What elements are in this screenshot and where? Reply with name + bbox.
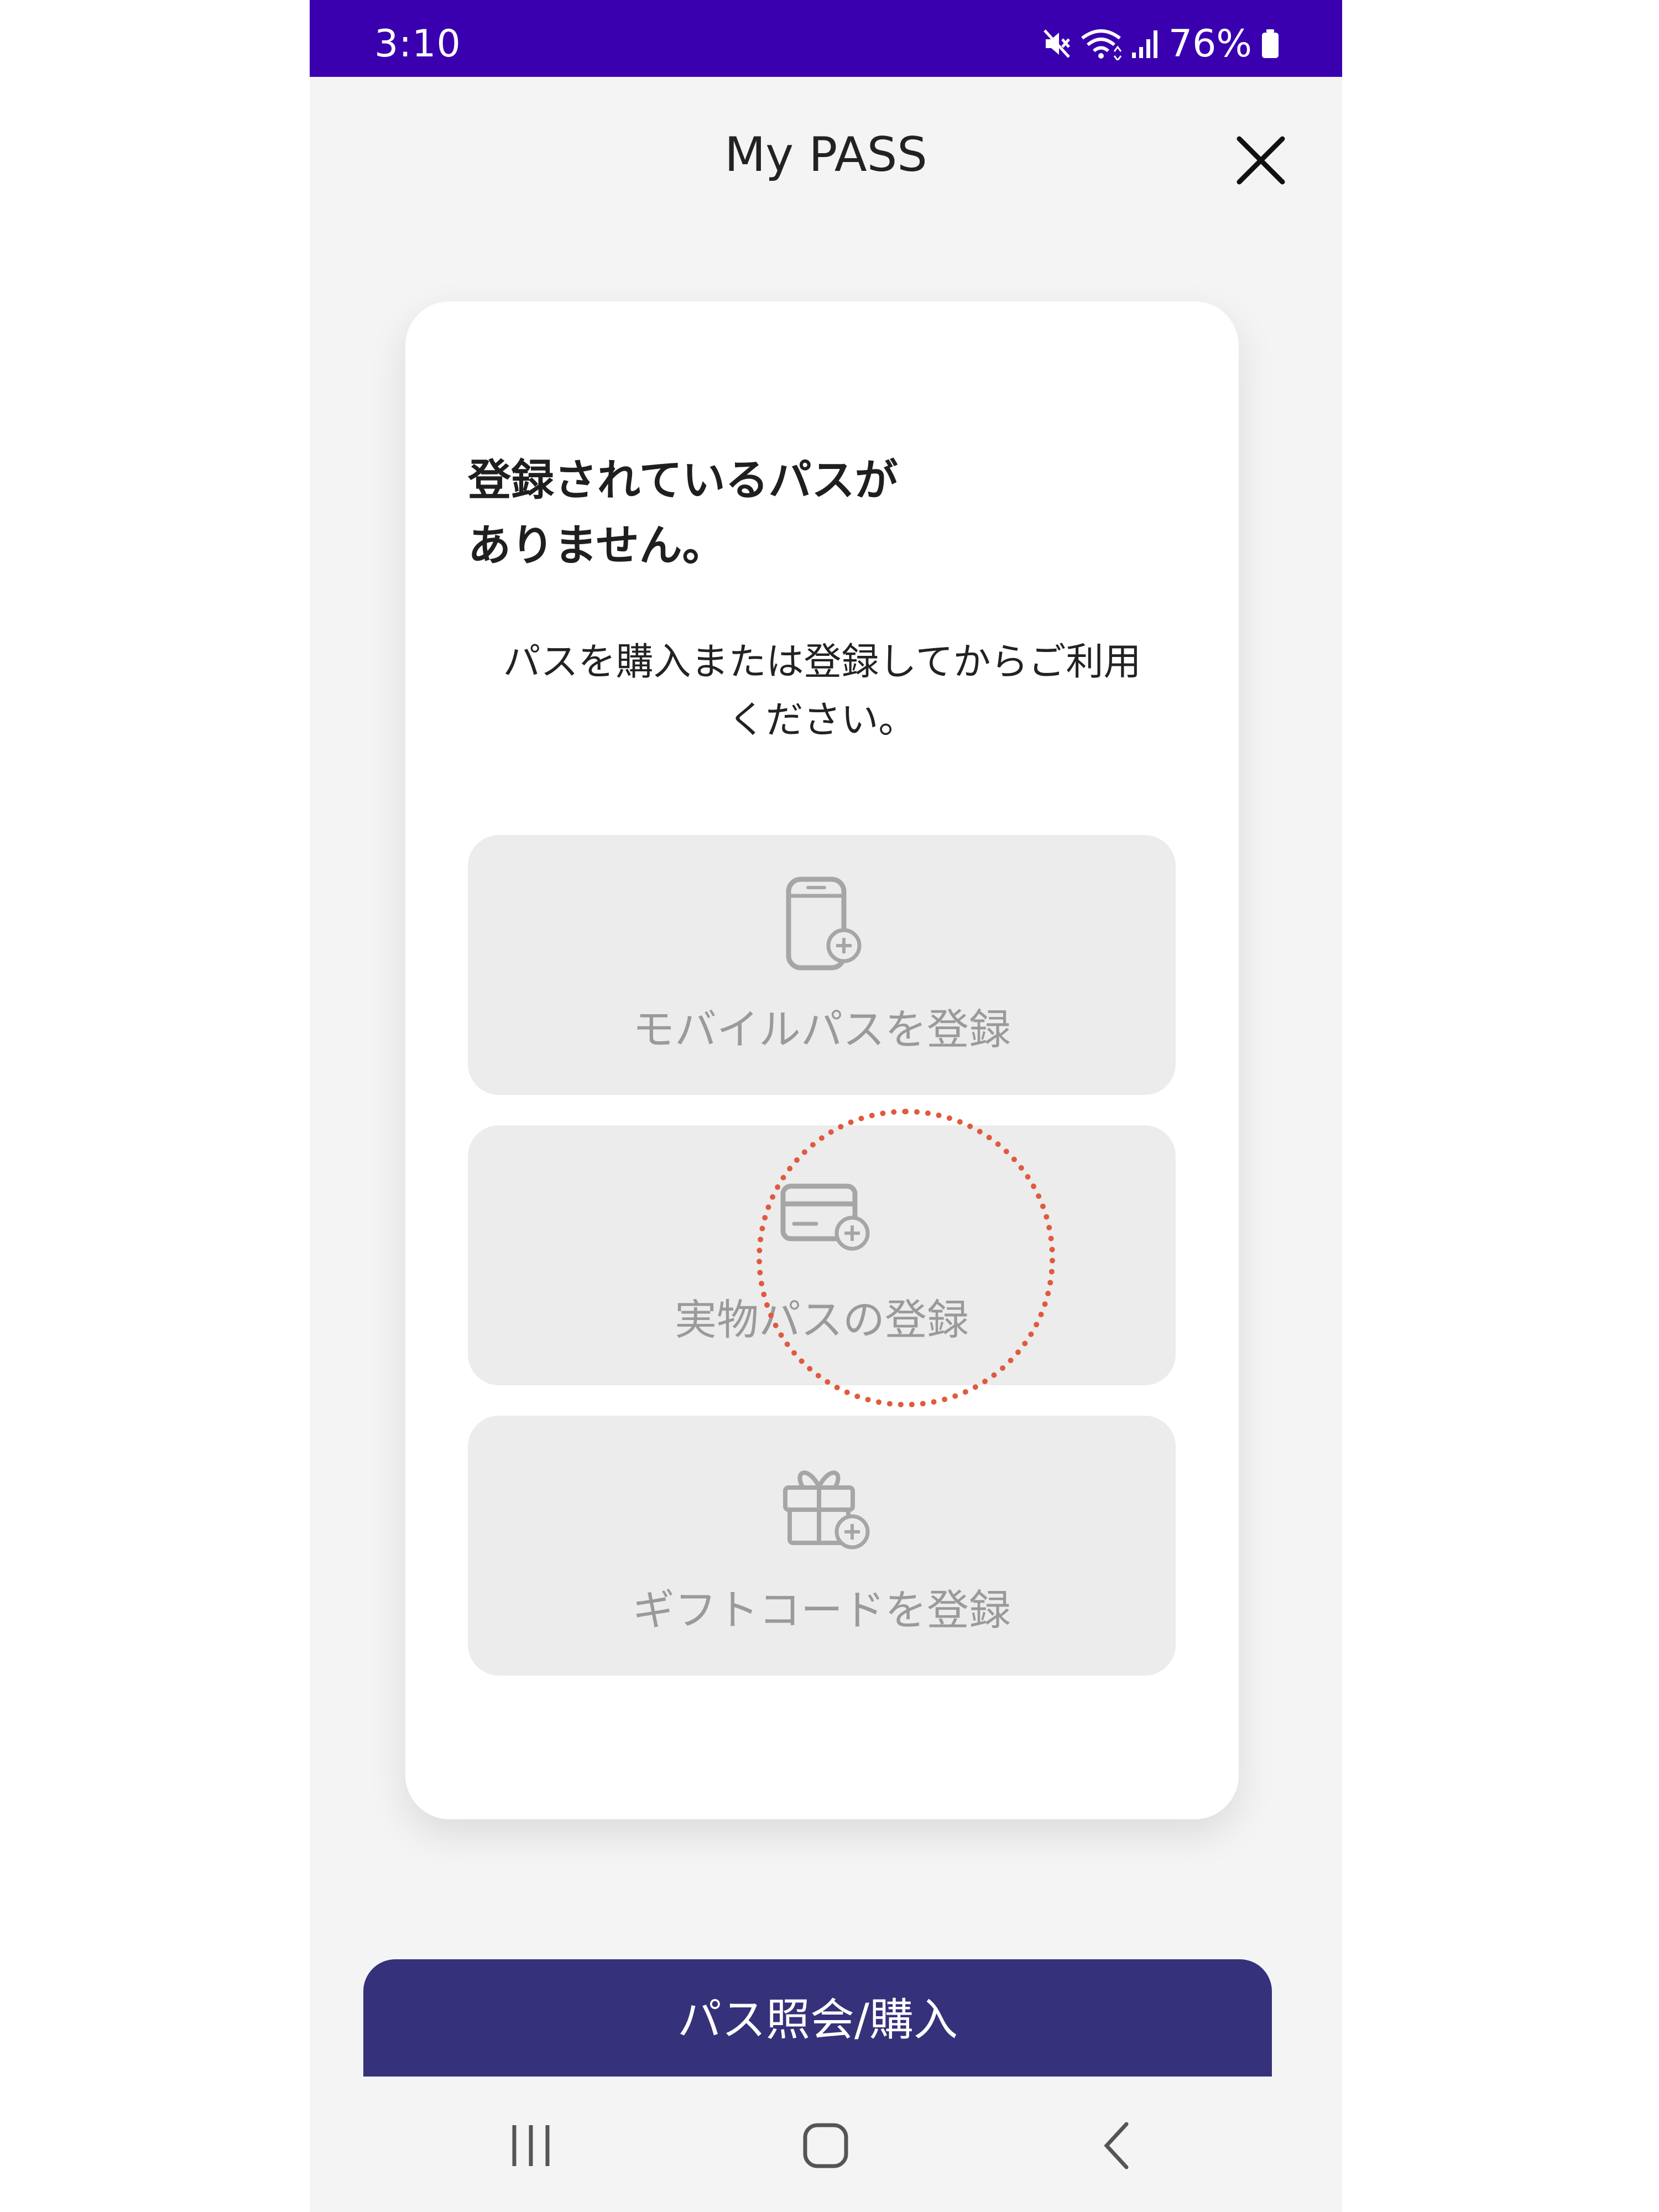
- status-time: 3:10: [374, 22, 461, 66]
- empty-heading-line1: 登録されているパスが: [468, 456, 898, 505]
- wifi-icon: [1081, 29, 1122, 60]
- system-nav-bar: [310, 2077, 1342, 2212]
- register-mobile-pass-button[interactable]: モバイルパスを登録: [468, 835, 1176, 1095]
- status-icons: 76%: [1042, 22, 1280, 66]
- gift-add-icon: [783, 1470, 870, 1550]
- battery-icon: [1262, 29, 1279, 58]
- page-title: My PASS: [724, 127, 927, 182]
- close-button[interactable]: [1228, 127, 1294, 194]
- mute-icon: [1044, 29, 1070, 58]
- home-button[interactable]: [792, 2115, 859, 2176]
- home-icon: [803, 2123, 848, 2168]
- close-icon: [1237, 136, 1285, 185]
- empty-pass-card: 登録されているパスが ありません。 パスを購入または登録してからご利用 ください…: [405, 301, 1239, 1819]
- recent-apps-button[interactable]: [498, 2115, 564, 2176]
- battery-percent: 76%: [1168, 22, 1252, 66]
- pass-inquiry-purchase-label: パス照会/購入: [677, 1994, 958, 2046]
- empty-heading-line2: ありません。: [468, 521, 726, 571]
- register-gift-code-label: ギフトコードを登録: [633, 1585, 1011, 1635]
- status-bar: 3:10 76%: [310, 0, 1342, 77]
- empty-subtext: パスを購入または登録してからご利用 ください。: [439, 633, 1206, 749]
- pass-inquiry-purchase-button[interactable]: パス照会/購入: [363, 1959, 1272, 2078]
- back-button[interactable]: [1084, 2115, 1150, 2176]
- register-mobile-pass-label: モバイルパスを登録: [633, 1005, 1011, 1054]
- empty-subtext-line1: パスを購入または登録してからご利用: [503, 640, 1141, 684]
- empty-heading: 登録されているパスが ありません。: [468, 448, 1076, 578]
- mobile-add-icon: [786, 877, 862, 971]
- signal-icon: [1131, 30, 1157, 58]
- empty-subtext-line2: ください。: [728, 698, 916, 742]
- phone-screen: 3:10 76% My PASS 登録されているパスが ありません。 パスを購入…: [310, 0, 1342, 2212]
- back-icon: [1104, 2122, 1129, 2169]
- recent-apps-icon: [512, 2125, 550, 2166]
- tap-indicator: [757, 1109, 1055, 1407]
- register-gift-code-button[interactable]: ギフトコードを登録: [468, 1416, 1176, 1676]
